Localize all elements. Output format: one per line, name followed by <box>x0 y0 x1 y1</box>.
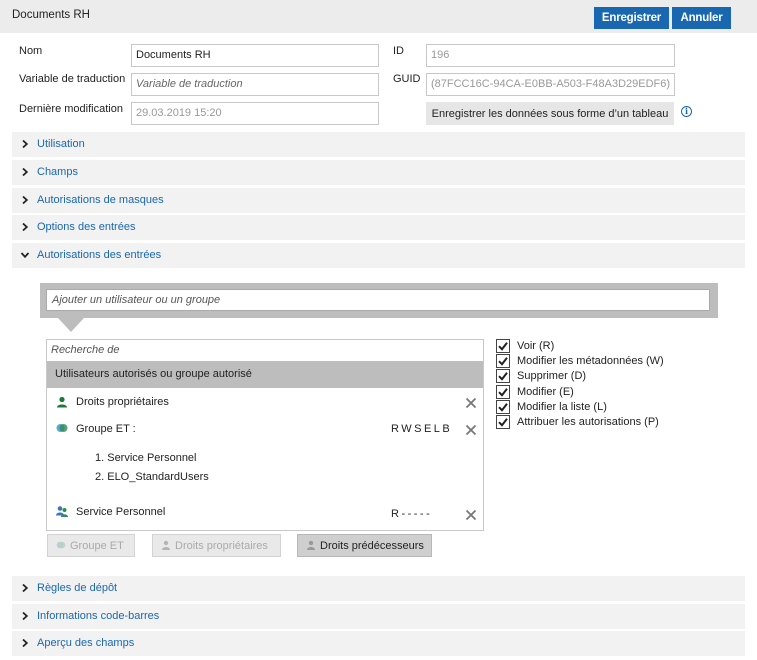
guid-field: (87FCC16C-94CA-E0BB-A503-F48A3D29EDF6) <box>426 73 675 96</box>
entry-group-et[interactable]: Groupe ET : <box>76 423 136 435</box>
and-group-button-label: Groupe ET <box>70 539 124 552</box>
section-label: Règles de dépôt <box>37 582 118 594</box>
authorized-users-list: Recherche de Utilisateurs autorisés ou g… <box>46 339 484 531</box>
entry-service-personnel[interactable]: Service Personnel <box>76 506 165 518</box>
section-label: Autorisations des entrées <box>37 249 162 262</box>
section-informations-code-barres[interactable]: Informations code-barres <box>12 603 745 629</box>
frame-pointer <box>58 318 84 332</box>
page-title: Documents RH <box>12 9 90 21</box>
chevron-right-icon <box>22 167 29 176</box>
permission-checkbox[interactable] <box>496 354 510 369</box>
name-label: Nom <box>19 45 43 57</box>
checkmark-icon <box>498 342 508 351</box>
permission-checkbox-label: Voir (R) <box>517 340 555 352</box>
user-icon <box>307 540 315 550</box>
info-icon[interactable]: i <box>681 106 692 117</box>
remove-group-et-icon[interactable] <box>465 424 477 436</box>
cancel-button[interactable]: Annuler <box>672 7 731 29</box>
service-personnel-rights: R----- <box>391 508 433 520</box>
section-label: Utilisation <box>37 138 85 150</box>
permission-checkbox-label: Modifier les métadonnées (W) <box>517 355 664 368</box>
permission-checkbox[interactable] <box>496 399 510 414</box>
permission-checkbox-label: Attribuer les autorisations (P) <box>517 416 659 428</box>
checkmark-icon <box>498 418 508 427</box>
predecessor-rights-button-label: Droits prédécesseurs <box>320 539 424 552</box>
add-user-input[interactable]: Ajouter un utilisateur ou un groupe <box>46 289 710 311</box>
add-user-frame: Ajouter un utilisateur ou un groupe <box>40 283 718 318</box>
owner-rights-button-label: Droits propriétaires <box>175 539 268 552</box>
permission-checkbox[interactable] <box>496 384 510 399</box>
permission-checkbox[interactable] <box>496 369 510 384</box>
section-apercu-des-champs[interactable]: Aperçu des champs <box>12 631 745 656</box>
chevron-right-icon <box>22 583 29 593</box>
checkmark-icon <box>498 402 508 412</box>
section-autorisations-des-entrees[interactable]: Autorisations des entrées <box>12 243 745 269</box>
entry-owner-rights[interactable]: Droits propriétaires <box>76 396 169 408</box>
chevron-right-icon <box>22 638 29 648</box>
chevron-right-icon <box>22 223 29 232</box>
section-champs[interactable]: Champs <box>12 159 745 185</box>
remove-owner-rights-icon[interactable] <box>465 397 477 409</box>
section-label: Champs <box>37 165 78 178</box>
section-label: Autorisations de masques <box>37 193 164 206</box>
user-icon <box>162 540 170 550</box>
group-et-rights: RWSELB <box>391 423 453 435</box>
chevron-down-icon <box>20 252 30 259</box>
section-regles-de-depot[interactable]: Règles de dépôt <box>12 576 745 601</box>
users-icon <box>56 506 68 517</box>
section-label: Informations code-barres <box>37 609 160 622</box>
guid-label: GUID <box>393 73 421 85</box>
checkmark-icon <box>498 372 508 382</box>
save-as-table-button[interactable]: Enregistrer les données sous forme d’un … <box>426 102 674 125</box>
permission-checkbox-label: Modifier (E) <box>517 385 574 398</box>
group-icon <box>56 541 66 548</box>
modified-field: 29.03.2019 15:20 <box>131 102 379 125</box>
name-field[interactable]: Documents RH <box>131 44 379 67</box>
top-bar: Documents RH Enregistrer Annuler <box>0 0 757 33</box>
id-label: ID <box>393 45 404 57</box>
chevron-right-icon <box>22 195 29 204</box>
group-icon <box>56 424 68 432</box>
permission-checkbox-label: Supprimer (D) <box>517 370 587 383</box>
translation-label: Variable de traduction <box>19 73 126 85</box>
remove-service-personnel-icon[interactable] <box>465 509 477 521</box>
permission-checkbox[interactable] <box>496 415 510 429</box>
section-label: Options des entrées <box>37 221 136 234</box>
permission-checkbox-label: Modifier la liste (L) <box>517 400 607 413</box>
group-member-item: 2. ELO_StandardUsers <box>95 471 209 483</box>
and-group-button: Groupe ET <box>47 534 135 557</box>
id-field: 196 <box>426 44 675 67</box>
section-utilisation[interactable]: Utilisation <box>12 132 745 157</box>
permission-checkbox[interactable] <box>496 339 510 353</box>
save-button[interactable]: Enregistrer <box>594 7 669 29</box>
section-label: Aperçu des champs <box>37 637 135 649</box>
section-options-des-entrees[interactable]: Options des entrées <box>12 215 745 241</box>
modified-label: Dernière modification <box>19 103 123 115</box>
checkmark-icon <box>498 357 508 366</box>
chevron-right-icon <box>22 611 29 620</box>
group-member-item: 1. Service Personnel <box>95 452 197 464</box>
predecessor-rights-button[interactable]: Droits prédécesseurs <box>297 534 432 557</box>
user-search-input[interactable]: Recherche de <box>51 344 120 356</box>
user-icon <box>57 396 67 408</box>
owner-rights-button: Droits propriétaires <box>152 534 281 557</box>
chevron-right-icon <box>22 139 29 149</box>
users-list-header: Utilisateurs autorisés ou groupe autoris… <box>47 361 483 388</box>
checkmark-icon <box>498 387 508 397</box>
translation-field[interactable]: Variable de traduction <box>131 73 379 96</box>
section-autorisations-de-masques[interactable]: Autorisations de masques <box>12 187 745 213</box>
